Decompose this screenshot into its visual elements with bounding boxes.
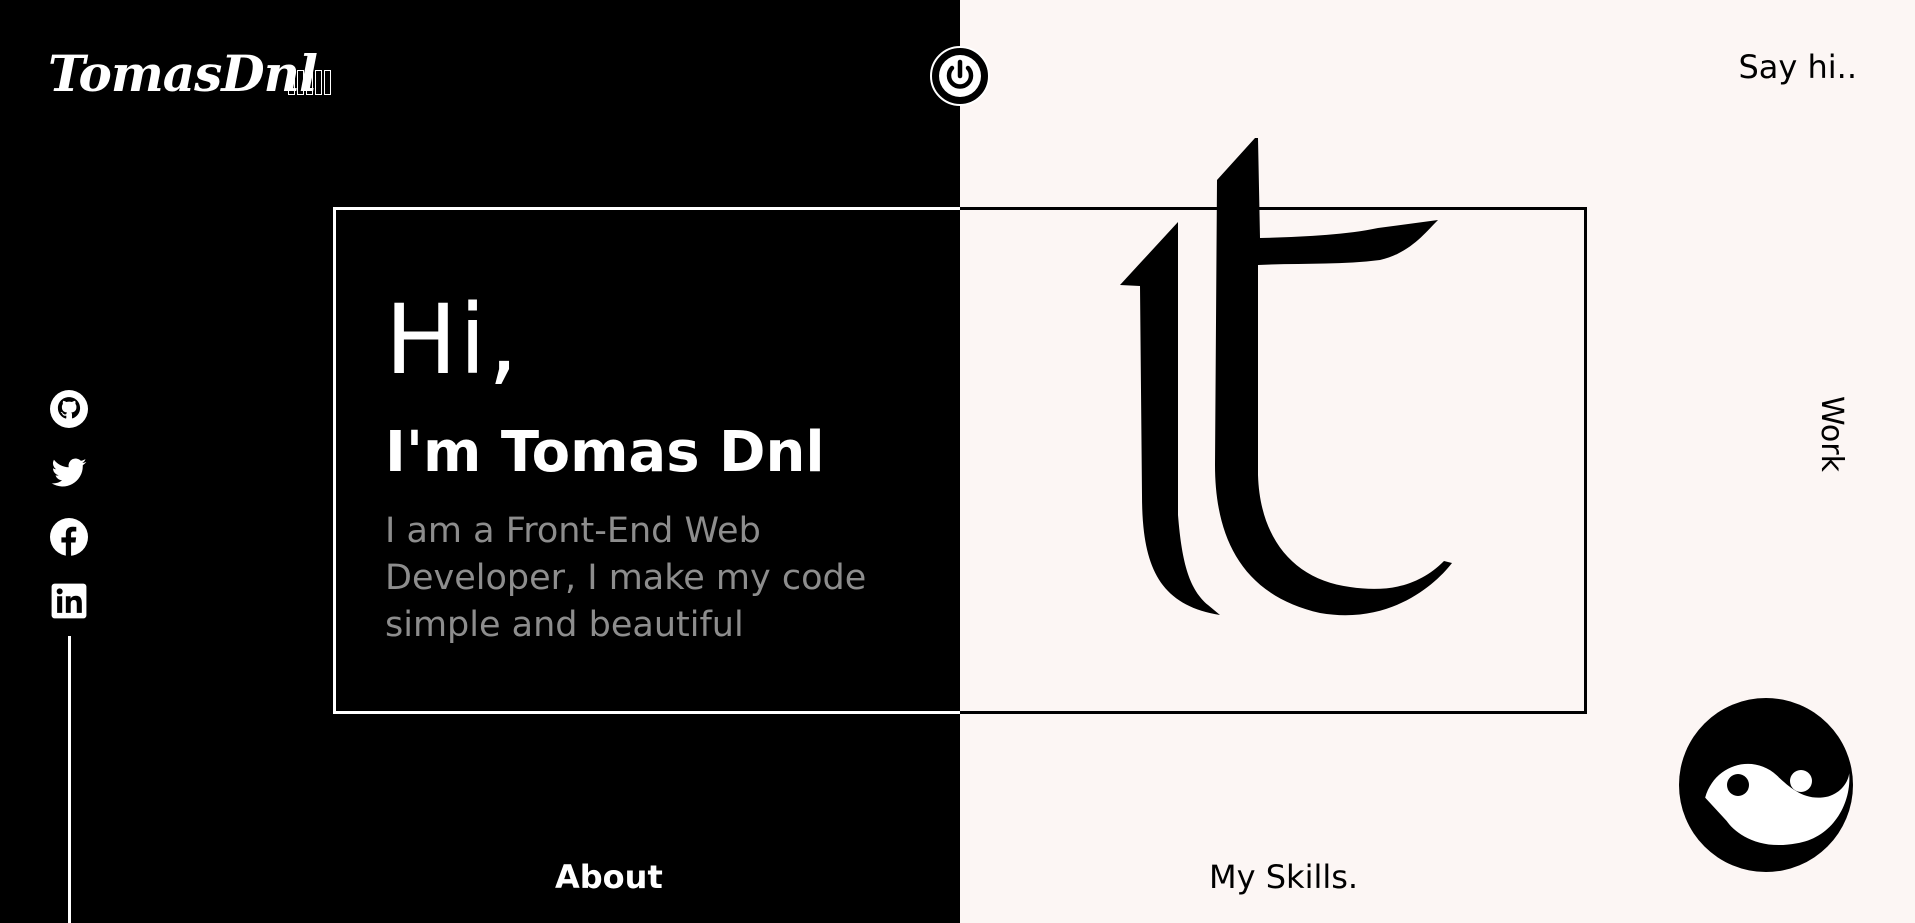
twitter-link[interactable] [50, 454, 88, 492]
github-icon [50, 390, 88, 428]
linkedin-link[interactable] [50, 582, 88, 620]
hero-greeting: Hi, [385, 284, 521, 396]
linkedin-icon [51, 583, 87, 619]
facebook-link[interactable] [50, 518, 88, 556]
social-divider-line [68, 636, 71, 923]
social-links [48, 390, 90, 620]
facebook-icon [50, 518, 88, 556]
logo-placeholder-glyphs [288, 70, 331, 98]
monogram-t-icon [1120, 138, 1452, 616]
hero-name: I'm Tomas Dnl [385, 420, 825, 485]
hero-description: I am a Front-End Web Developer, I make m… [385, 511, 867, 645]
say-hi-link[interactable]: Say hi.. [1738, 48, 1857, 86]
work-nav-link[interactable]: Work [1814, 396, 1849, 472]
twitter-icon [51, 458, 87, 487]
about-nav-link[interactable]: About [555, 858, 663, 896]
theme-toggle-button[interactable] [930, 46, 990, 106]
power-icon [939, 55, 981, 97]
yin-yang-icon[interactable] [1678, 697, 1854, 873]
site-logo[interactable]: TomasDnl [48, 44, 318, 104]
skills-nav-link[interactable]: My Skills. [1209, 858, 1358, 896]
github-link[interactable] [50, 390, 88, 428]
